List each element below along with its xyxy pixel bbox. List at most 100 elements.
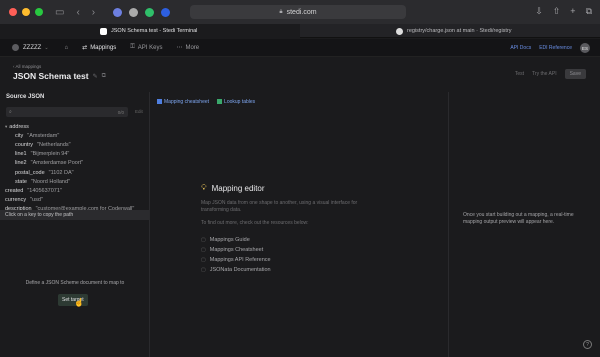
nav-more[interactable]: ⋯ More bbox=[176, 44, 200, 52]
share-icon[interactable]: ⇧ bbox=[553, 6, 561, 17]
edi-reference-link[interactable]: EDI Reference bbox=[539, 45, 572, 51]
tree-row[interactable]: ▾ address bbox=[0, 122, 149, 131]
tab-title: registry/charge.json at main · Stedi/reg… bbox=[407, 28, 512, 34]
browser-tab[interactable]: registry/charge.json at main · Stedi/reg… bbox=[300, 24, 600, 38]
page-actions: Test Try the API Save bbox=[515, 69, 586, 79]
nav-label: More bbox=[185, 44, 200, 51]
back-icon[interactable]: ‹ bbox=[76, 7, 79, 18]
resource-link[interactable]: ▢ Mappings API Reference bbox=[201, 255, 401, 265]
extension-icon[interactable] bbox=[129, 7, 139, 17]
tree-value: "Amsterdamse Poort" bbox=[30, 160, 84, 167]
resource-link[interactable]: ▢ Mappings Guide bbox=[201, 235, 401, 245]
tree-value: "1405637071" bbox=[27, 187, 62, 194]
lookup-tables-icon bbox=[217, 99, 223, 105]
tree-key: country bbox=[15, 141, 34, 148]
mapping-editor-empty-state: 💡︎ Mapping editor Map JSON data from one… bbox=[201, 183, 401, 275]
minimize-window-button[interactable] bbox=[22, 8, 30, 16]
nav-api-keys[interactable]: ⚿ API Keys bbox=[130, 44, 162, 51]
tree-value: "1102 DA" bbox=[48, 169, 74, 176]
help-icon[interactable]: ? bbox=[583, 340, 592, 349]
sidebar-toggle-icon[interactable]: ▭ bbox=[55, 7, 64, 18]
lightbulb-icon: 💡︎ bbox=[201, 183, 207, 192]
browser-actions: ⇩ ⇧ + ⧉ bbox=[535, 6, 592, 17]
maximize-window-button[interactable] bbox=[35, 8, 43, 16]
extension-icon[interactable] bbox=[145, 7, 155, 17]
resource-link[interactable]: ▢ JSONata Documentation bbox=[201, 265, 401, 275]
browser-toolbar: ▭ ‹ › 🔒︎ stedi.com ⇩ ⇧ + ⧉ bbox=[0, 0, 600, 24]
home-icon[interactable]: ⌂ bbox=[65, 45, 69, 51]
tree-row[interactable]: country "Netherlands" bbox=[0, 140, 149, 149]
download-icon[interactable]: ⇩ bbox=[535, 6, 543, 17]
tree-key: city bbox=[15, 132, 24, 139]
tree-value: "Netherlands" bbox=[37, 141, 71, 148]
tree-row[interactable]: city "Amsterdam" bbox=[0, 131, 149, 140]
test-button[interactable]: Test bbox=[515, 71, 524, 77]
avatar[interactable]: ES bbox=[580, 43, 590, 53]
header-links: API Docs EDI Reference ES bbox=[510, 43, 590, 53]
url-text: stedi.com bbox=[286, 8, 317, 16]
browser-tab[interactable]: JSON Schema test - Stedi Terminal bbox=[0, 24, 300, 38]
forward-icon[interactable]: › bbox=[92, 7, 95, 18]
document-icon: ▢ bbox=[201, 247, 206, 253]
tree-row[interactable]: currency "usd" bbox=[0, 196, 149, 205]
cheatsheet-icon bbox=[157, 99, 162, 105]
tree-key: currency bbox=[5, 197, 27, 204]
new-tab-icon[interactable]: + bbox=[570, 6, 575, 17]
search-count: 0/0 bbox=[117, 109, 124, 115]
editor-description: Map JSON data from one shape to another,… bbox=[201, 200, 358, 213]
mapping-cheatsheet-link[interactable]: Mapping cheatsheet bbox=[157, 99, 209, 105]
nav-label: Mappings bbox=[90, 44, 117, 51]
tab-overview-icon[interactable]: ⧉ bbox=[586, 6, 592, 17]
resource-label: JSONata Documentation bbox=[209, 267, 271, 273]
center-links: Mapping cheatsheet Lookup tables bbox=[157, 99, 255, 105]
source-title: Source JSON bbox=[6, 94, 45, 100]
tooltip: Click on a key to copy the path bbox=[0, 210, 149, 220]
chevron-down-icon: ⌄ bbox=[44, 44, 49, 51]
key-icon: ⚿ bbox=[130, 44, 135, 50]
tree-row[interactable]: created "1405637071" bbox=[0, 186, 149, 195]
window-controls bbox=[9, 8, 43, 16]
tree-key: state bbox=[15, 178, 27, 185]
mappings-icon: ⇄ bbox=[82, 45, 88, 51]
try-api-button[interactable]: Try the API bbox=[532, 71, 557, 77]
page-title: JSON Schema test ✎ ⧉ bbox=[13, 71, 106, 81]
tree-row[interactable]: state "Noord Holland" bbox=[0, 177, 149, 186]
search-icon: ⌕ bbox=[9, 109, 12, 115]
tree-value: "Noord Holland" bbox=[30, 178, 71, 185]
edit-icon[interactable]: ✎ bbox=[93, 73, 98, 80]
tree-row[interactable]: line1 "Bijmerplein 94" bbox=[0, 150, 149, 159]
org-logo-icon bbox=[12, 44, 19, 51]
document-icon: ▢ bbox=[201, 267, 206, 273]
extension-icon[interactable] bbox=[161, 7, 171, 17]
search-input[interactable]: ⌕ 0/0 bbox=[6, 107, 128, 117]
nav-mappings[interactable]: ⇄ Mappings bbox=[82, 44, 117, 52]
resource-label: Mappings Guide bbox=[209, 237, 250, 243]
tab-title: JSON Schema test - Stedi Terminal bbox=[111, 28, 198, 34]
copy-icon[interactable]: ⧉ bbox=[102, 73, 106, 80]
output-preview-panel: Once you start building out a mapping, a… bbox=[448, 92, 600, 357]
tree-row[interactable]: postal_code "1102 DA" bbox=[0, 168, 149, 177]
tree-key: created bbox=[5, 187, 24, 194]
address-bar[interactable]: 🔒︎ stedi.com bbox=[190, 5, 406, 19]
tree-row[interactable]: line2 "Amsterdamse Poort" bbox=[0, 159, 149, 168]
save-button[interactable]: Save bbox=[564, 69, 586, 79]
org-switcher[interactable]: ZZZZZ ⌄ bbox=[12, 44, 49, 51]
close-window-button[interactable] bbox=[9, 8, 17, 16]
edit-source-button[interactable]: Edit bbox=[135, 109, 143, 114]
define-target-text: Define a JSON Scheme document to map to bbox=[25, 280, 125, 286]
api-docs-link[interactable]: API Docs bbox=[510, 45, 531, 51]
source-panel: Source JSON ⌕ 0/0 Edit ▾ address city "Amst… bbox=[0, 92, 150, 357]
resource-link[interactable]: ▢ Mappings Cheatsheet bbox=[201, 245, 401, 255]
extension-icon[interactable] bbox=[113, 7, 123, 17]
tree-key: line1 bbox=[15, 151, 27, 158]
editor-title: 💡︎ Mapping editor bbox=[201, 183, 401, 193]
lookup-tables-link[interactable]: Lookup tables bbox=[217, 99, 255, 105]
chevron-down-icon[interactable]: ▾ bbox=[5, 124, 7, 130]
github-favicon-icon bbox=[396, 27, 403, 35]
tab-bar: JSON Schema test - Stedi Terminal regist… bbox=[0, 24, 600, 38]
tree-value: "Amsterdam" bbox=[27, 132, 60, 139]
page-title-text: JSON Schema test bbox=[13, 71, 89, 81]
breadcrumb[interactable]: ‹ All mappings bbox=[13, 64, 41, 69]
resource-label: Mappings Cheatsheet bbox=[209, 247, 264, 253]
org-name: ZZZZZ bbox=[23, 44, 42, 51]
